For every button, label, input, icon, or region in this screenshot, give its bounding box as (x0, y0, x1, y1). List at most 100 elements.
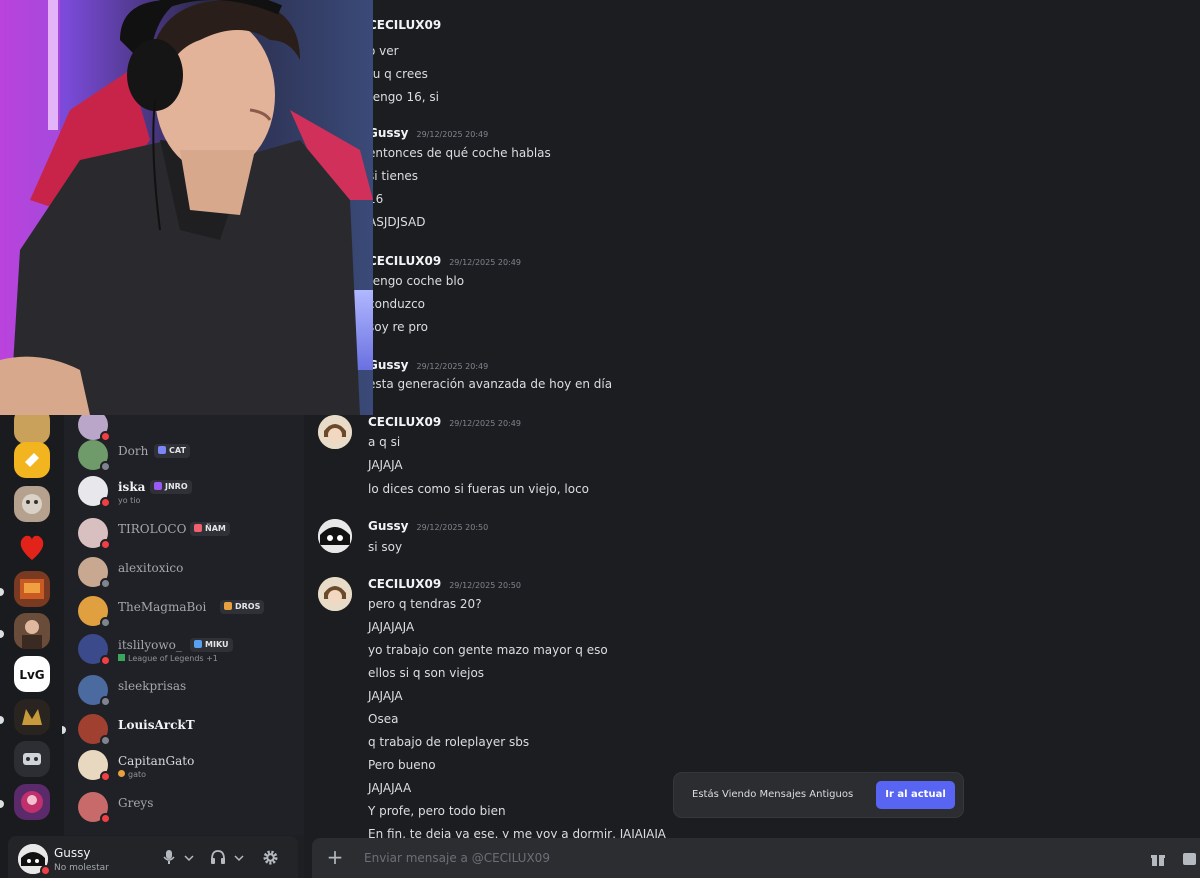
server-icon-8[interactable] (14, 699, 50, 735)
message-timestamp: 29/12/2025 20:50 (449, 581, 521, 590)
message-timestamp: 29/12/2025 20:49 (416, 362, 489, 371)
tag-icon (194, 524, 202, 532)
member-item[interactable]: Greys (64, 788, 304, 828)
plus-icon[interactable]: + (324, 847, 346, 869)
author-name: Gussy (368, 126, 409, 140)
game-icon (118, 654, 125, 661)
message-text: JAJAJAJA (368, 620, 415, 634)
custom-status-icon (118, 770, 125, 777)
headphones-icon[interactable] (210, 849, 226, 867)
server-icon-2[interactable] (14, 442, 50, 478)
avatar[interactable] (318, 577, 352, 611)
message-text: lo dices como si fueras un viejo, loco (368, 482, 590, 496)
tag-label: ÑAM (205, 524, 226, 533)
message-text: JAJAJA (368, 689, 403, 703)
server-icon-7[interactable]: LvG (14, 656, 50, 692)
message-timestamp: 29/12/2025 20:49 (449, 258, 521, 267)
member-subtext: gato (118, 770, 146, 779)
server-icon-6[interactable] (14, 613, 50, 649)
gif-icon[interactable] (1182, 851, 1196, 871)
tag-icon (224, 602, 232, 610)
user-name: Gussy (54, 846, 91, 860)
avatar[interactable] (318, 415, 352, 449)
member-item[interactable]: LouisArckT (62, 710, 304, 750)
member-item[interactable]: sleekprisas (64, 671, 304, 711)
tag-icon (154, 482, 162, 490)
chevron-down-icon[interactable] (184, 851, 194, 869)
message-author[interactable]: CECILUX09 (368, 18, 441, 32)
server-icon-9[interactable] (14, 741, 50, 777)
member-item[interactable]: alexitoxico (64, 553, 304, 593)
message-author[interactable]: Gussy 29/12/2025 20:49 (368, 126, 488, 140)
unread-indicator (0, 588, 4, 596)
server-icon-10[interactable] (14, 784, 50, 820)
gear-icon[interactable] (262, 849, 279, 867)
status-dot (100, 539, 111, 550)
member-item[interactable]: CapitanGato gato (64, 746, 304, 786)
discord-window: LvG Dorh CAT iska JNRO yo tio TIROLOCO Ñ… (0, 0, 1200, 878)
unread-indicator (0, 800, 4, 808)
member-tag: ÑAM (190, 522, 230, 536)
member-item[interactable]: TheMagmaBoi DROS (64, 592, 304, 632)
message-text: soy re pro (368, 320, 429, 334)
member-item[interactable]: itslilyowo_ MIKU League of Legends +1 (64, 630, 304, 670)
message-text: Y profe, pero todo bien (368, 804, 506, 818)
member-name: LouisArckT (118, 718, 195, 732)
avatar[interactable] (318, 519, 352, 553)
webcam-overlay (0, 0, 373, 415)
user-status-dot (40, 865, 51, 876)
chevron-down-icon[interactable] (234, 851, 244, 869)
member-tag: DROS (220, 600, 265, 614)
status-dot (100, 696, 111, 707)
server-icon-3[interactable] (14, 486, 50, 522)
author-name: CECILUX09 (368, 415, 442, 429)
message-text: JAJAJA (368, 458, 403, 472)
member-name: alexitoxico (118, 561, 184, 575)
message-text: esta generación avanzada de hoy en día (368, 377, 613, 391)
jump-to-present-button[interactable]: Ir al actual (876, 781, 955, 809)
message-text: conduzco (368, 297, 426, 311)
activity-label: League of Legends +1 (128, 654, 218, 663)
member-item[interactable]: iska JNRO yo tio (64, 472, 304, 512)
message-input[interactable] (364, 846, 1084, 870)
message-author[interactable]: Gussy 29/12/2025 20:50 (368, 519, 488, 533)
tag-label: DROS (235, 602, 261, 611)
member-name: itslilyowo_ (118, 638, 182, 652)
status-dot (100, 735, 111, 746)
message-author[interactable]: CECILUX09 29/12/2025 20:50 (368, 577, 521, 591)
status-dot (100, 461, 111, 472)
member-tag: CAT (154, 444, 190, 458)
member-tag: MIKU (190, 638, 233, 652)
message-author[interactable]: Gussy 29/12/2025 20:49 (368, 358, 488, 372)
message-text: pero q tendras 20? (368, 597, 482, 611)
status-dot (100, 813, 111, 824)
message-text: entonces de qué coche hablas (368, 146, 551, 160)
tag-icon (194, 640, 202, 648)
message-text: ellos si q son viejos (368, 666, 485, 680)
member-item[interactable]: TIROLOCO ÑAM (64, 514, 304, 554)
user-status-text: No molestar (54, 863, 109, 873)
member-name: iska (118, 480, 146, 494)
member-name: Greys (118, 796, 154, 810)
message-text: Osea (368, 712, 399, 726)
server-icon-4[interactable] (14, 528, 50, 564)
svg-text:LvG: LvG (19, 668, 44, 682)
message-composer: + (312, 838, 1200, 878)
microphone-icon[interactable] (162, 849, 176, 867)
tag-icon (158, 446, 166, 454)
status-dot (100, 497, 111, 508)
member-item[interactable]: Dorh CAT (64, 436, 304, 476)
message-text: ASJDJSAD (368, 215, 426, 229)
author-name: CECILUX09 (368, 254, 442, 268)
message-text: tengo 16, si (368, 90, 439, 104)
status-dot (100, 617, 111, 628)
chat-area: CECILUX09 o ver tu q crees tengo 16, si … (304, 0, 1200, 878)
old-messages-banner: Estás Viendo Mensajes Antiguos Ir al act… (674, 773, 963, 817)
member-name: TIROLOCO (118, 522, 187, 536)
message-author[interactable]: CECILUX09 29/12/2025 20:49 (368, 254, 521, 268)
status-dot (100, 655, 111, 666)
message-author[interactable]: CECILUX09 29/12/2025 20:49 (368, 415, 521, 429)
server-icon-5[interactable] (14, 571, 50, 607)
message-text: Pero bueno (368, 758, 436, 772)
gift-icon[interactable] (1150, 851, 1166, 871)
